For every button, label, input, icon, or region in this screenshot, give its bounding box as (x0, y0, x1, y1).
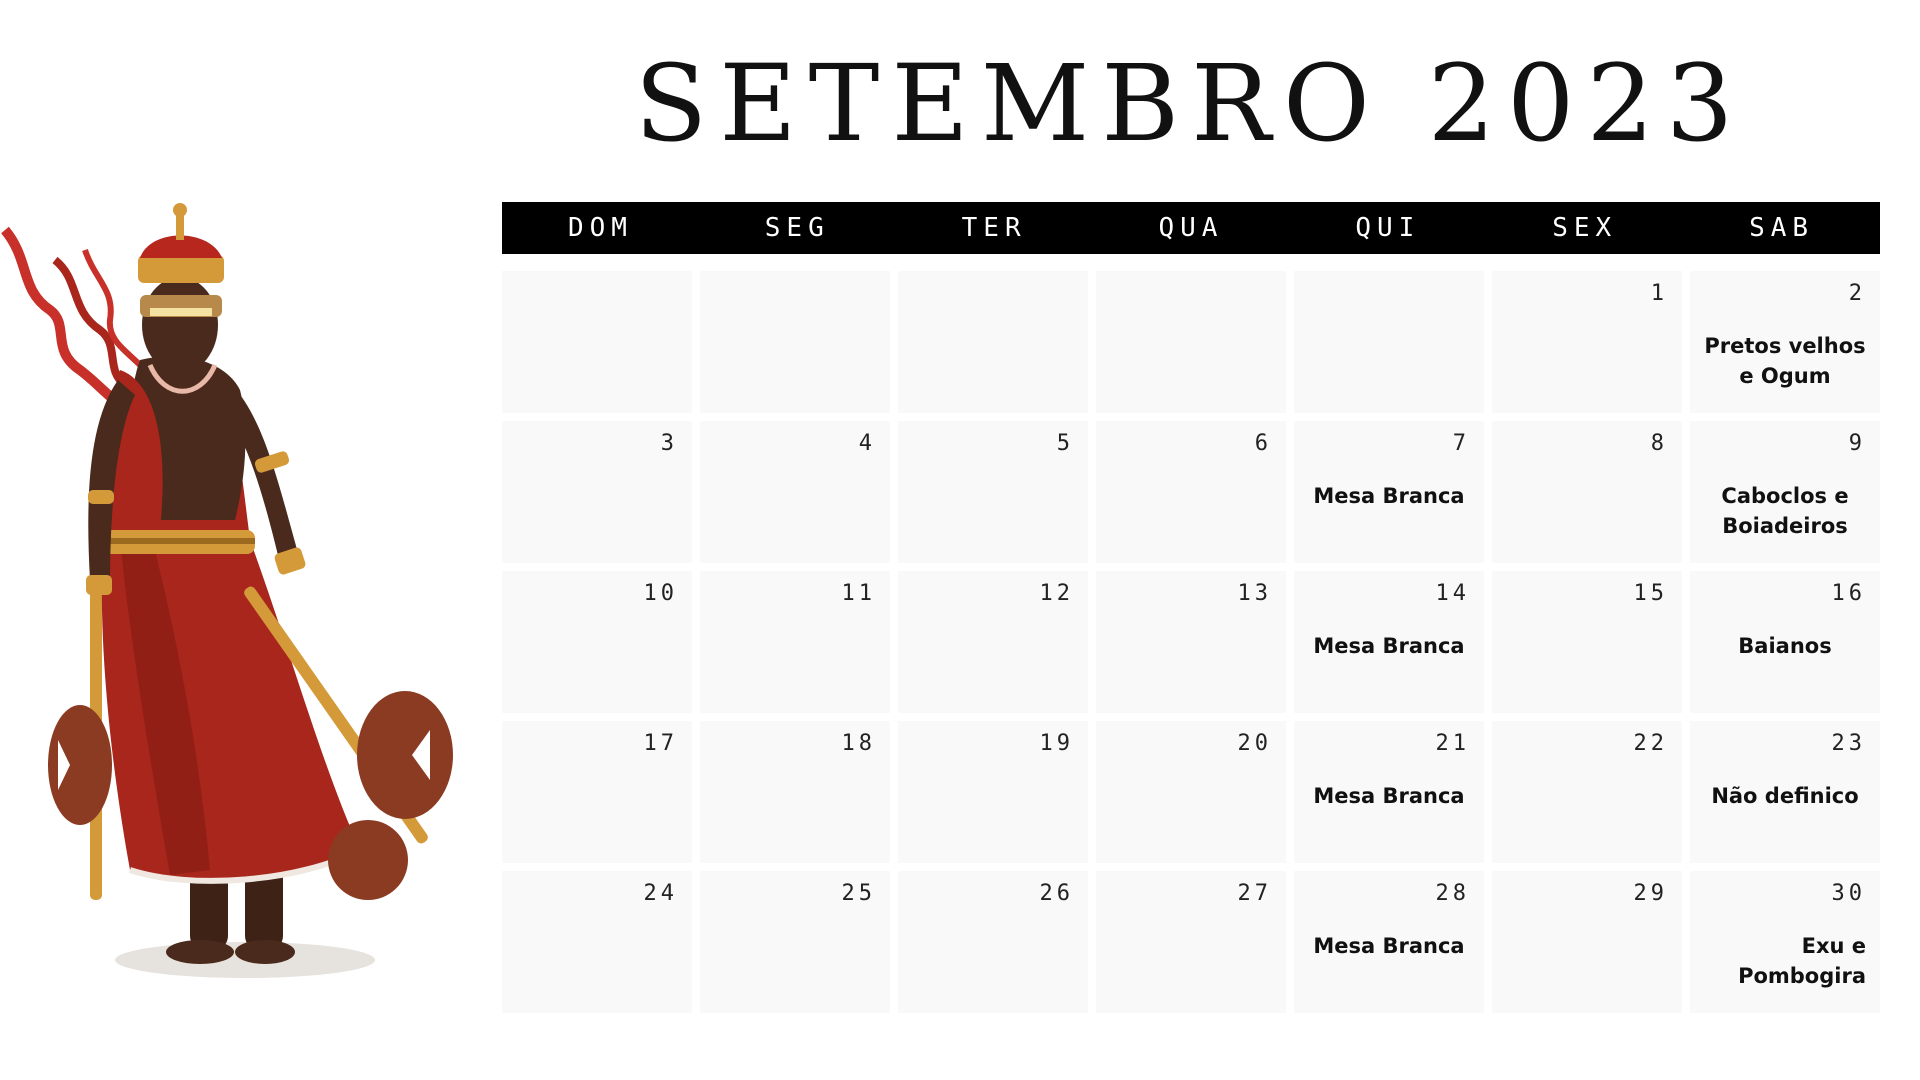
day-cell (502, 271, 692, 413)
day-event: Mesa Branca (1313, 484, 1465, 508)
day-cell: 8 (1492, 421, 1682, 563)
day-cell: 26 (898, 871, 1088, 1013)
day-cell: 21 Mesa Branca (1294, 721, 1484, 863)
right-foot (235, 940, 295, 964)
day-number: 1 (1650, 281, 1668, 306)
belt-band (100, 538, 255, 544)
day-cell: 12 (898, 571, 1088, 713)
day-number: 11 (841, 581, 876, 606)
day-cell: 6 (1096, 421, 1286, 563)
day-cell: 4 (700, 421, 890, 563)
weekday-dom: DOM (567, 213, 633, 243)
day-cell: 14 Mesa Branca (1294, 571, 1484, 713)
day-number: 17 (643, 731, 678, 756)
day-number: 16 (1831, 581, 1866, 606)
day-number: 8 (1650, 431, 1668, 456)
day-number: 21 (1435, 731, 1470, 756)
day-event: Não definico (1711, 784, 1859, 808)
day-cell: 15 (1492, 571, 1682, 713)
day-cell: 28 Mesa Branca (1294, 871, 1484, 1013)
head (142, 277, 218, 373)
calendar-grid: 1 2 Pretos velhos e Ogum 3 4 5 6 7 Mesa Br… (502, 271, 1880, 1013)
day-cell: 24 (502, 871, 692, 1013)
day-number: 9 (1848, 431, 1866, 456)
weekday-qua: QUA (1158, 213, 1224, 243)
day-event: Mesa Branca (1313, 784, 1465, 808)
day-cell: 25 (700, 871, 890, 1013)
day-number: 15 (1633, 581, 1668, 606)
day-cell: 9 Caboclos e Boiadeiros (1690, 421, 1880, 563)
day-cell: 27 (1096, 871, 1286, 1013)
day-cell: 11 (700, 571, 890, 713)
day-event: Pretos velhos e Ogum (1704, 334, 1866, 388)
day-number: 28 (1435, 881, 1470, 906)
day-cell: 19 (898, 721, 1088, 863)
day-number: 25 (841, 881, 876, 906)
left-wristband (86, 575, 112, 595)
weekday-ter: TER (961, 213, 1027, 243)
day-cell: 30 Exu e Pombogira (1690, 871, 1880, 1013)
day-cell (1294, 271, 1484, 413)
day-number: 26 (1039, 881, 1074, 906)
day-number: 2 (1848, 281, 1866, 306)
day-event: Exu e Pombogira (1738, 934, 1866, 988)
day-number: 6 (1254, 431, 1272, 456)
day-event: Caboclos e Boiadeiros (1721, 484, 1849, 538)
mask-eyes (150, 308, 212, 316)
warrior-orixa-illustration (1, 203, 453, 978)
weekday-sex: SEX (1552, 213, 1618, 243)
left-armband (88, 490, 114, 504)
day-cell: 3 (502, 421, 692, 563)
weekday-qui: QUI (1355, 213, 1421, 243)
day-number: 20 (1237, 731, 1272, 756)
weekday-header: DOM SEG TER QUA QUI SEX SAB (502, 202, 1880, 254)
day-cell: 7 Mesa Branca (1294, 421, 1484, 563)
day-cell: 13 (1096, 571, 1286, 713)
day-number: 10 (643, 581, 678, 606)
day-cell: 5 (898, 421, 1088, 563)
crown-finial-ball (173, 203, 187, 217)
day-cell: 17 (502, 721, 692, 863)
day-number: 4 (858, 431, 876, 456)
day-cell (898, 271, 1088, 413)
day-number: 30 (1831, 881, 1866, 906)
calendar-title: SETEMBRO 2023 (634, 42, 1746, 165)
right-axe-blade-lower (328, 820, 408, 900)
day-number: 27 (1237, 881, 1272, 906)
day-number: 24 (643, 881, 678, 906)
day-cell (700, 271, 890, 413)
day-number: 23 (1831, 731, 1866, 756)
day-number: 12 (1039, 581, 1074, 606)
weekday-sab: SAB (1749, 213, 1815, 243)
day-number: 29 (1633, 881, 1668, 906)
day-number: 13 (1237, 581, 1272, 606)
day-cell: 29 (1492, 871, 1682, 1013)
day-number: 14 (1435, 581, 1470, 606)
day-cell: 10 (502, 571, 692, 713)
day-event: Mesa Branca (1313, 634, 1465, 658)
day-cell: 18 (700, 721, 890, 863)
day-number: 7 (1452, 431, 1470, 456)
day-event: Mesa Branca (1313, 934, 1465, 958)
day-number: 19 (1039, 731, 1074, 756)
day-number: 18 (841, 731, 876, 756)
day-cell: 16 Baianos (1690, 571, 1880, 713)
day-cell: 2 Pretos velhos e Ogum (1690, 271, 1880, 413)
left-foot (166, 940, 234, 964)
day-cell: 22 (1492, 721, 1682, 863)
left-axe-blade (48, 705, 112, 825)
day-cell: 20 (1096, 721, 1286, 863)
day-number: 3 (660, 431, 678, 456)
day-number: 5 (1056, 431, 1074, 456)
day-cell: 23 Não definico (1690, 721, 1880, 863)
ribbon-right (52, 256, 128, 389)
day-cell: 1 (1492, 271, 1682, 413)
right-axe-blade (357, 691, 453, 819)
day-event: Baianos (1738, 634, 1832, 658)
day-cell (1096, 271, 1286, 413)
day-number: 22 (1633, 731, 1668, 756)
crown-base (138, 255, 224, 283)
weekday-seg: SEG (764, 213, 830, 243)
